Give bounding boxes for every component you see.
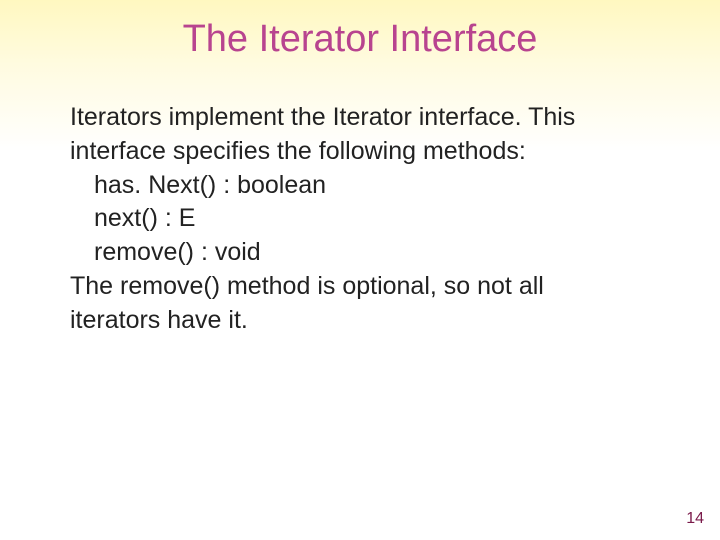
outro-line-1: The remove() method is optional, so not … (70, 270, 660, 304)
method-remove: remove() : void (70, 236, 660, 270)
page-number: 14 (686, 510, 704, 528)
intro-line-1: Iterators implement the Iterator interfa… (70, 101, 660, 135)
outro-line-2: iterators have it. (70, 304, 660, 338)
method-hasnext: has. Next() : boolean (70, 169, 660, 203)
method-next: next() : E (70, 202, 660, 236)
slide-body: Iterators implement the Iterator interfa… (0, 101, 720, 337)
slide-title: The Iterator Interface (0, 0, 720, 101)
intro-line-2: interface specifies the following method… (70, 135, 660, 169)
